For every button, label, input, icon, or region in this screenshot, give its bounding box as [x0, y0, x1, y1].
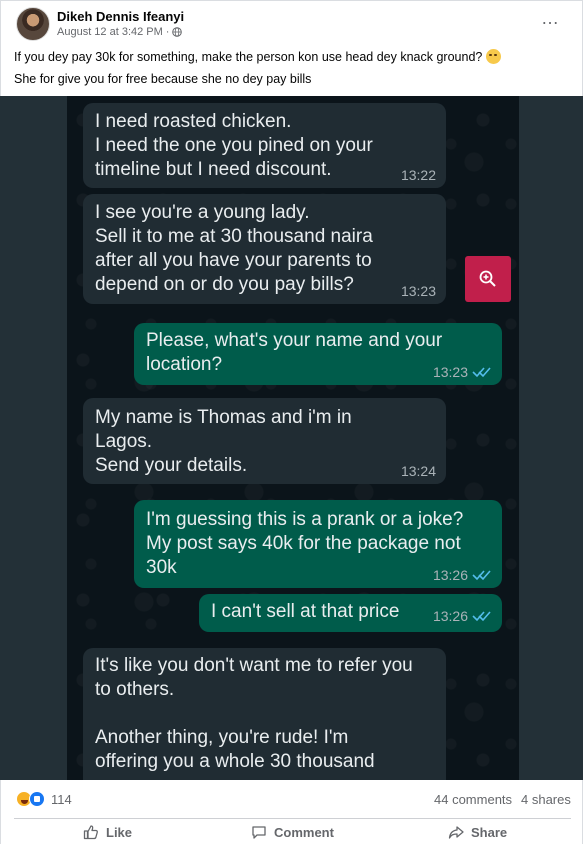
- meta-separator: ·: [165, 26, 170, 38]
- reactions-bar: 114 44 comments 4 shares: [0, 780, 583, 818]
- message-time: 13:26: [433, 609, 492, 623]
- comments-count[interactable]: 44 comments: [434, 792, 512, 807]
- actions-divider: [14, 818, 571, 819]
- more-options-icon[interactable]: …: [541, 9, 560, 27]
- shares-count[interactable]: 4 shares: [521, 792, 571, 807]
- message-time: 13:26: [433, 568, 492, 582]
- zoom-in-button[interactable]: [465, 256, 511, 302]
- chat-message: It's like you don't want me to refer you…: [83, 648, 446, 780]
- chat-message: I need roasted chicken. I need the one y…: [83, 103, 446, 188]
- post-caption-line1: If you dey pay 30k for something, make t…: [14, 49, 502, 64]
- message-time: 13:23: [400, 283, 436, 299]
- reaction-icons[interactable]: [16, 791, 45, 807]
- image-border-right: [519, 96, 583, 780]
- share-label: Share: [471, 824, 508, 840]
- thumbs-up-icon: [83, 825, 98, 840]
- message-time-text: 13:26: [432, 608, 468, 624]
- author-name[interactable]: Dikeh Dennis Ifeanyi: [57, 9, 184, 24]
- chat-message: I can't sell at that price 13:26: [199, 594, 502, 632]
- post-meta: August 12 at 3:42 PM ·: [57, 26, 183, 38]
- post-actions: Like Comment Share: [0, 818, 583, 844]
- message-time: 13:23: [433, 365, 492, 379]
- share-button[interactable]: Share: [448, 824, 507, 840]
- post-timestamp[interactable]: August 12 at 3:42 PM: [57, 26, 163, 38]
- read-ticks-icon: [472, 570, 491, 581]
- message-time: 13:24: [400, 463, 436, 479]
- share-arrow-icon: [448, 826, 464, 839]
- message-text: I need roasted chicken. I need the one y…: [95, 111, 373, 180]
- chat-screenshot-image[interactable]: I need roasted chicken. I need the one y…: [0, 96, 583, 780]
- like-button[interactable]: Like: [83, 824, 132, 840]
- post-header: Dikeh Dennis Ifeanyi August 12 at 3:42 P…: [0, 0, 583, 96]
- message-time: 13:22: [400, 167, 436, 183]
- chat-message: My name is Thomas and i'm in Lagos. Send…: [83, 398, 446, 484]
- comment-label: Comment: [274, 824, 334, 840]
- like-reaction-icon: [29, 791, 45, 807]
- author-avatar[interactable]: [16, 7, 50, 41]
- message-time-text: 13:26: [432, 567, 468, 583]
- comment-bubble-icon: [252, 826, 266, 839]
- message-text: My name is Thomas and i'm in Lagos. Send…: [95, 407, 352, 476]
- comment-button[interactable]: Comment: [251, 824, 334, 840]
- thinking-emoji-icon: [486, 49, 502, 64]
- read-ticks-icon: [472, 611, 491, 622]
- like-label: Like: [106, 824, 133, 840]
- globe-icon: [172, 27, 183, 37]
- read-ticks-icon: [472, 367, 491, 378]
- chat-message: I'm guessing this is a prank or a joke? …: [134, 500, 502, 588]
- image-border-left: [0, 96, 67, 780]
- reaction-count[interactable]: 114: [51, 792, 72, 807]
- caption-text-1: If you dey pay 30k for something, make t…: [14, 49, 483, 64]
- message-time-text: 13:23: [432, 364, 468, 380]
- message-text: It's like you don't want me to refer you…: [95, 655, 413, 772]
- message-text: I see you're a young lady. Sell it to me…: [95, 202, 373, 295]
- post-caption-line2: She for give you for free because she no…: [14, 72, 312, 86]
- chat-message: Please, what's your name and your locati…: [134, 323, 502, 385]
- chat-message: I see you're a young lady. Sell it to me…: [83, 194, 446, 304]
- magnifier-plus-icon: [479, 270, 496, 287]
